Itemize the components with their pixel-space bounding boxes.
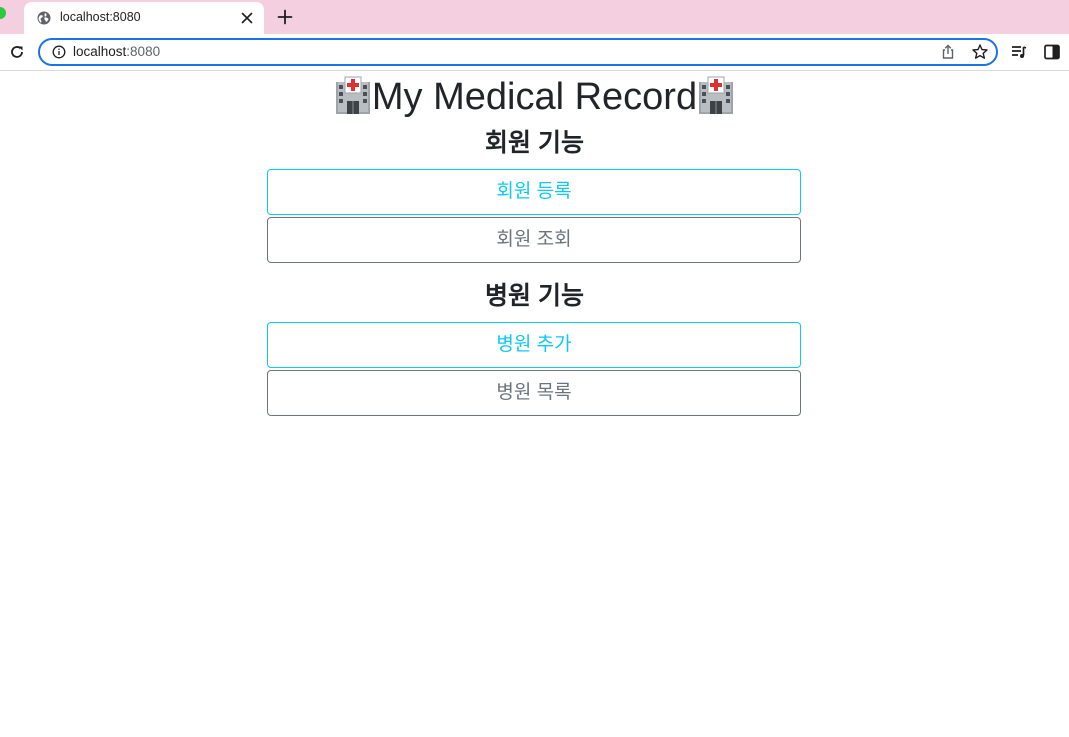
reload-icon[interactable] (8, 43, 26, 61)
window-maximize-button[interactable] (0, 7, 6, 19)
star-icon[interactable] (971, 43, 989, 61)
hospital-icon (699, 76, 734, 114)
page-title-text: My Medical Record (371, 76, 698, 118)
page-title: My Medical Record (0, 73, 1069, 121)
member-lookup-button[interactable]: 회원 조회 (267, 217, 801, 263)
tab-strip: localhost:8080 (0, 0, 1069, 34)
address-bar[interactable]: localhost:8080 (38, 38, 998, 66)
globe-icon (37, 11, 51, 25)
close-icon[interactable] (240, 11, 254, 25)
page-content: My Medical Record 회원 기능 회원 등록 회원 조회 병원 기… (0, 71, 1069, 737)
hospital-add-button[interactable]: 병원 추가 (267, 322, 801, 368)
member-section-heading: 회원 기능 (485, 129, 584, 157)
plus-icon[interactable] (276, 8, 294, 26)
url-text[interactable]: localhost:8080 (73, 44, 160, 59)
url-port: :8080 (126, 44, 161, 59)
hospital-icon (335, 76, 370, 114)
media-icon[interactable] (1010, 43, 1028, 61)
share-icon[interactable] (939, 43, 957, 61)
side-panel-icon[interactable] (1043, 43, 1061, 61)
hospital-list-button[interactable]: 병원 목록 (267, 370, 801, 416)
info-icon[interactable] (52, 45, 66, 59)
browser-tab[interactable]: localhost:8080 (24, 2, 264, 34)
hospital-section-heading: 병원 기능 (485, 282, 584, 310)
browser-toolbar: localhost:8080 (0, 34, 1069, 71)
url-host: localhost (73, 44, 127, 59)
tab-title: localhost:8080 (60, 10, 141, 24)
member-register-button[interactable]: 회원 등록 (267, 169, 801, 215)
